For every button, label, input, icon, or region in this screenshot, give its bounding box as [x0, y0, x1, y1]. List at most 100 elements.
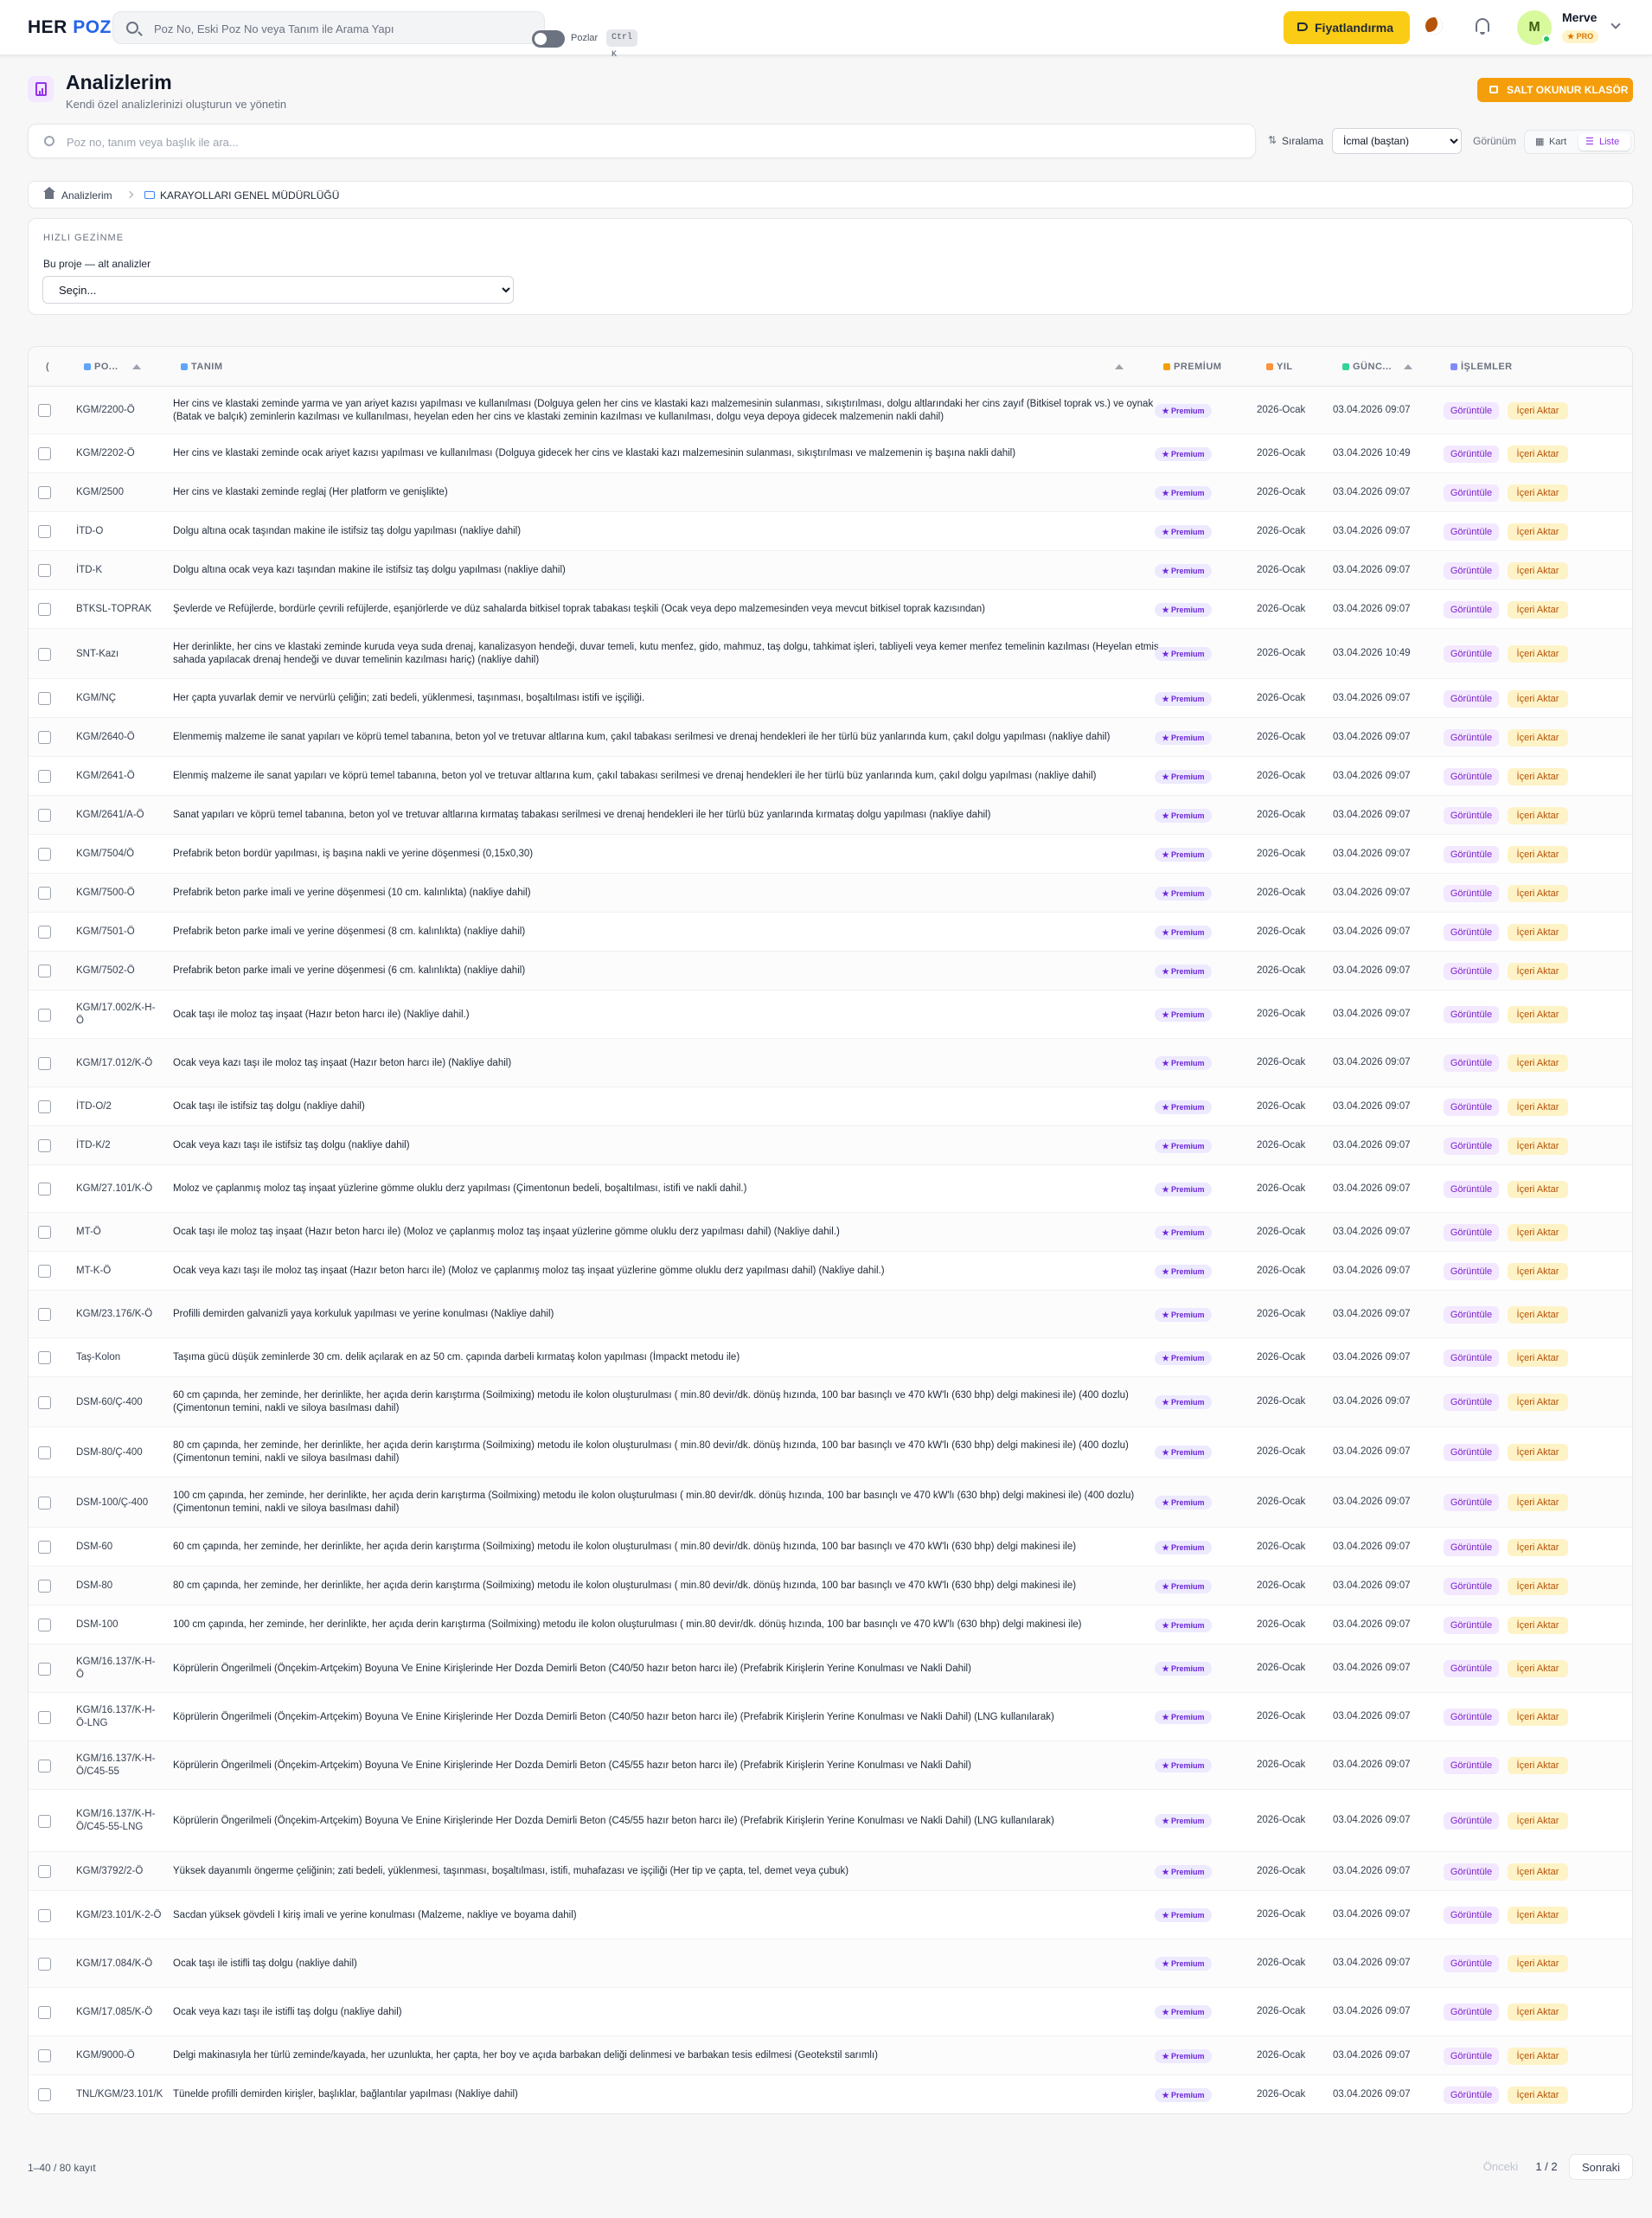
row-checkbox[interactable] — [38, 1909, 51, 1922]
table-row[interactable]: KGM/16.137/K-H-Ö/C45-55 Köprülerin Öngeri… — [29, 1741, 1632, 1790]
import-button[interactable]: İçeri Aktar — [1508, 1181, 1568, 1198]
view-button[interactable]: Görüntüle — [1444, 446, 1499, 463]
table-row[interactable]: KGM/2202-Ö Her cins ve klastaki zeminde o… — [29, 434, 1632, 473]
import-button[interactable]: İçeri Aktar — [1508, 562, 1568, 580]
row-checkbox[interactable] — [38, 486, 51, 499]
row-checkbox[interactable] — [38, 1541, 51, 1554]
table-row[interactable]: KGM/2200-Ö Her cins ve klastaki zeminde y… — [29, 387, 1632, 434]
table-row[interactable]: KGM/16.137/K-H-Ö/C45-55-LNG Köprülerin Ön… — [29, 1790, 1632, 1852]
import-button[interactable]: İçeri Aktar — [1508, 523, 1568, 541]
sub-analysis-select[interactable]: Seçin... — [42, 276, 514, 304]
view-button[interactable]: Görüntüle — [1444, 1757, 1499, 1774]
next-page-button[interactable]: Sonraki — [1569, 2154, 1633, 2180]
view-button[interactable]: Görüntüle — [1444, 768, 1499, 785]
row-checkbox[interactable] — [38, 770, 51, 783]
row-checkbox[interactable] — [38, 1139, 51, 1152]
view-button[interactable]: Görüntüle — [1444, 1181, 1499, 1198]
import-button[interactable]: İçeri Aktar — [1508, 1863, 1568, 1881]
table-row[interactable]: KGM/17.085/K-Ö Ocak veya kazı taşı ile is… — [29, 1988, 1632, 2036]
table-row[interactable]: KGM/7501-Ö Prefabrik beton parke imali ve… — [29, 913, 1632, 952]
row-checkbox[interactable] — [38, 1760, 51, 1772]
sort-asc-icon[interactable] — [1404, 364, 1412, 369]
header-guncel[interactable]: GÜNC... — [1342, 362, 1392, 372]
view-button[interactable]: Görüntüle — [1444, 1617, 1499, 1634]
table-row[interactable]: DSM-80 80 cm çapında, her zeminde, her de… — [29, 1567, 1632, 1606]
header-tanim[interactable]: TANIM — [181, 362, 223, 372]
table-row[interactable]: MT-K-Ö Ocak veya kazı taşı ile moloz taş … — [29, 1252, 1632, 1291]
table-row[interactable]: MT-Ö Ocak taşı ile moloz taş inşaat (Hazı… — [29, 1213, 1632, 1252]
view-button[interactable]: Görüntüle — [1444, 846, 1499, 863]
row-checkbox[interactable] — [38, 1351, 51, 1364]
row-checkbox[interactable] — [38, 1226, 51, 1239]
import-button[interactable]: İçeri Aktar — [1508, 1617, 1568, 1634]
table-row[interactable]: KGM/2500 Her cins ve klastaki zeminde reg… — [29, 473, 1632, 512]
import-button[interactable]: İçeri Aktar — [1508, 729, 1568, 747]
view-button[interactable]: Görüntüle — [1444, 645, 1499, 663]
import-button[interactable]: İçeri Aktar — [1508, 846, 1568, 863]
view-button[interactable]: Görüntüle — [1444, 1306, 1499, 1324]
import-button[interactable]: İçeri Aktar — [1508, 2087, 1568, 2104]
table-row[interactable]: KGM/16.137/K-H-Ö Köprülerin Öngerilmeli (… — [29, 1644, 1632, 1693]
import-button[interactable]: İçeri Aktar — [1508, 484, 1568, 502]
table-row[interactable]: KGM/17.084/K-Ö Ocak taşı ile istifli taş … — [29, 1939, 1632, 1988]
view-button[interactable]: Görüntüle — [1444, 1006, 1499, 1023]
home-icon[interactable] — [43, 187, 55, 199]
view-button[interactable]: Görüntüle — [1444, 1055, 1499, 1072]
import-button[interactable]: İçeri Aktar — [1508, 1708, 1568, 1726]
view-button[interactable]: Görüntüle — [1444, 1394, 1499, 1411]
view-button[interactable]: Görüntüle — [1444, 807, 1499, 824]
import-button[interactable]: İçeri Aktar — [1508, 924, 1568, 941]
row-checkbox[interactable] — [38, 564, 51, 577]
table-row[interactable]: KGM/17.012/K-Ö Ocak veya kazı taşı ile mo… — [29, 1039, 1632, 1087]
view-button[interactable]: Görüntüle — [1444, 601, 1499, 619]
table-row[interactable]: TNL/KGM/23.101/K Tünelde profilli demirde… — [29, 2075, 1632, 2113]
import-button[interactable]: İçeri Aktar — [1508, 1955, 1568, 1972]
table-row[interactable]: Taş-Kolon Taşıma gücü düşük zeminlerde 30… — [29, 1338, 1632, 1377]
global-search[interactable]: Pozlar Ctrl K — [112, 11, 638, 60]
row-checkbox[interactable] — [38, 887, 51, 900]
import-button[interactable]: İçeri Aktar — [1508, 1006, 1568, 1023]
list-search-input[interactable] — [67, 133, 845, 151]
row-checkbox[interactable] — [38, 1100, 51, 1113]
table-row[interactable]: KGM/7504/Ö Prefabrik beton bordür yapılma… — [29, 835, 1632, 874]
view-button[interactable]: Görüntüle — [1444, 885, 1499, 902]
import-button[interactable]: İçeri Aktar — [1508, 1349, 1568, 1367]
row-checkbox[interactable] — [38, 1183, 51, 1196]
import-button[interactable]: İçeri Aktar — [1508, 1055, 1568, 1072]
breadcrumb-current[interactable]: KARAYOLLARI GENEL MÜDÜRLÜĞÜ — [160, 189, 339, 202]
view-button[interactable]: Görüntüle — [1444, 1099, 1499, 1116]
import-button[interactable]: İçeri Aktar — [1508, 1494, 1568, 1511]
import-button[interactable]: İçeri Aktar — [1508, 446, 1568, 463]
import-button[interactable]: İçeri Aktar — [1508, 807, 1568, 824]
view-button[interactable]: Görüntüle — [1444, 1539, 1499, 1556]
view-button[interactable]: Görüntüle — [1444, 1263, 1499, 1280]
list-search[interactable] — [28, 124, 1256, 158]
row-checkbox[interactable] — [38, 1663, 51, 1676]
view-button[interactable]: Görüntüle — [1444, 1955, 1499, 1972]
sort-asc-icon[interactable] — [132, 364, 141, 369]
sort-select[interactable]: İcmal (baştan) — [1332, 128, 1462, 154]
table-row[interactable]: İTD-K Dolgu altına ocak veya kazı taşında… — [29, 551, 1632, 590]
import-button[interactable]: İçeri Aktar — [1508, 1263, 1568, 1280]
view-button[interactable]: Görüntüle — [1444, 1812, 1499, 1830]
prev-page-button[interactable]: Önceki — [1475, 2154, 1527, 2180]
import-button[interactable]: İçeri Aktar — [1508, 1578, 1568, 1595]
chevron-down-icon[interactable] — [1610, 19, 1621, 29]
row-checkbox[interactable] — [38, 447, 51, 460]
view-button[interactable]: Görüntüle — [1444, 1138, 1499, 1155]
import-button[interactable]: İçeri Aktar — [1508, 1444, 1568, 1461]
row-checkbox[interactable] — [38, 1815, 51, 1828]
row-checkbox[interactable] — [38, 1057, 51, 1070]
breadcrumb-root[interactable]: Analizlerim — [61, 189, 112, 202]
row-checkbox[interactable] — [38, 1865, 51, 1878]
row-checkbox[interactable] — [38, 2049, 51, 2062]
import-button[interactable]: İçeri Aktar — [1508, 601, 1568, 619]
row-checkbox[interactable] — [38, 692, 51, 705]
view-button[interactable]: Görüntüle — [1444, 924, 1499, 941]
table-row[interactable]: İTD-O Dolgu altına ocak taşından makine i… — [29, 512, 1632, 551]
row-checkbox[interactable] — [38, 404, 51, 417]
import-button[interactable]: İçeri Aktar — [1508, 768, 1568, 785]
table-row[interactable]: KGM/2641-Ö Elenmiş malzeme ile sanat yapı… — [29, 757, 1632, 796]
pricing-button[interactable]: Fiyatlandırma — [1284, 11, 1410, 44]
import-button[interactable]: İçeri Aktar — [1508, 1907, 1568, 1924]
